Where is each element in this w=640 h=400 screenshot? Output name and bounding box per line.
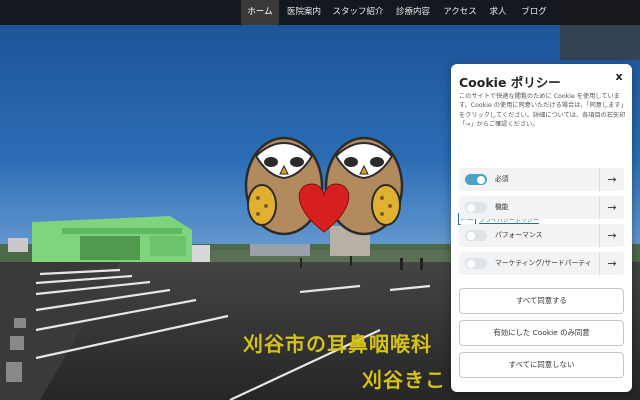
cookie-category-functional: 機能 → [459,196,624,219]
nav-item-staff[interactable]: スタッフ紹介 [330,0,386,25]
cookie-category-required: 必須 → [459,168,624,191]
cookie-description: このサイトで快適な閲覧のために Cookie を使用しています。Cookie の… [459,93,627,128]
nav-item-clinic-info[interactable]: 医院案内 [282,0,326,25]
nav-item-recruit[interactable]: 求人 [484,0,512,25]
arrow-right-icon[interactable]: → [599,252,624,275]
top-navigation: ホーム 医院案内 スタッフ紹介 診療内容 アクセス 求人 ブログ [0,0,640,25]
close-button[interactable]: x [612,70,626,84]
accept-all-button[interactable]: すべて同意する [459,288,624,314]
nav-item-home[interactable]: ホーム [241,0,279,25]
cookie-category-performance: パフォーマンス → [459,224,624,247]
cookie-consent-panel: Cookie ポリシー x このサイトで快適な閲覧のために Cookie を使用… [451,64,632,392]
hero-title-line2: 刈谷きこ [362,368,446,392]
arrow-right-icon[interactable]: → [599,168,624,191]
toggle-functional[interactable] [465,202,487,213]
nav-item-services[interactable]: 診療内容 [392,0,434,25]
toggle-performance[interactable] [465,230,487,241]
toggle-marketing[interactable] [465,258,487,269]
hero-title-line1: 刈谷市の耳鼻咽喉科 [243,332,432,356]
category-label: マーケティング/サードパーティ [495,259,592,267]
category-label: 機能 [495,203,509,211]
accept-enabled-button[interactable]: 有効にした Cookie のみ同意 [459,320,624,346]
arrow-right-icon[interactable]: → [599,224,624,247]
nav-item-access[interactable]: アクセス [440,0,480,25]
reject-all-button[interactable]: すべてに同意しない [459,352,624,378]
category-label: 必須 [495,175,509,183]
toggle-required[interactable] [465,174,487,185]
category-label: パフォーマンス [495,231,543,239]
cookie-panel-title: Cookie ポリシー [459,75,561,90]
arrow-right-icon[interactable]: → [599,196,624,219]
cookie-category-marketing: マーケティング/サードパーティ → [459,252,624,275]
nav-item-blog[interactable]: ブログ [516,0,552,25]
